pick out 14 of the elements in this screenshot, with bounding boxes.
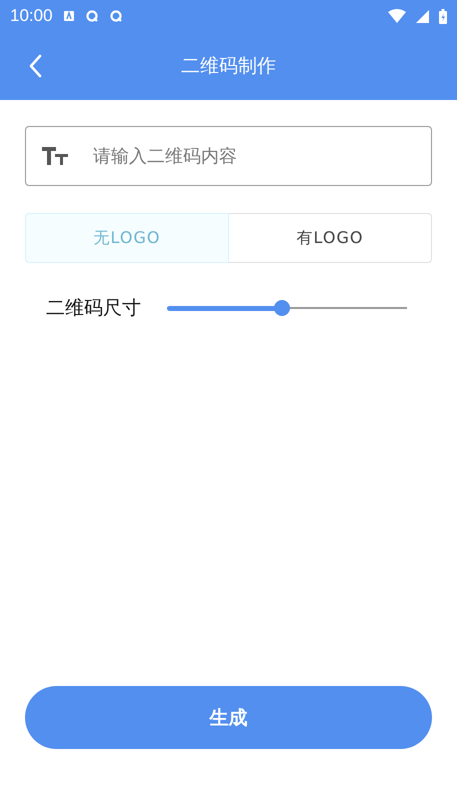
- notification-icon: [62, 10, 75, 22]
- status-time: 10:00: [10, 6, 53, 26]
- size-label: 二维码尺寸: [46, 296, 141, 321]
- logo-option-tab[interactable]: 无LOGO: [25, 213, 229, 263]
- content-input-field[interactable]: 请输入二维码内容: [25, 126, 432, 186]
- logo-option-tab[interactable]: 有LOGO: [229, 213, 432, 263]
- slider-thumb[interactable]: [274, 300, 290, 316]
- battery-icon: [439, 8, 447, 24]
- generate-button[interactable]: 生成: [25, 686, 432, 749]
- page-title: 二维码制作: [181, 54, 276, 79]
- notification-icon: [84, 9, 99, 23]
- signal-icon: [416, 10, 429, 22]
- wifi-icon: [388, 9, 406, 23]
- notification-icon: [108, 9, 123, 23]
